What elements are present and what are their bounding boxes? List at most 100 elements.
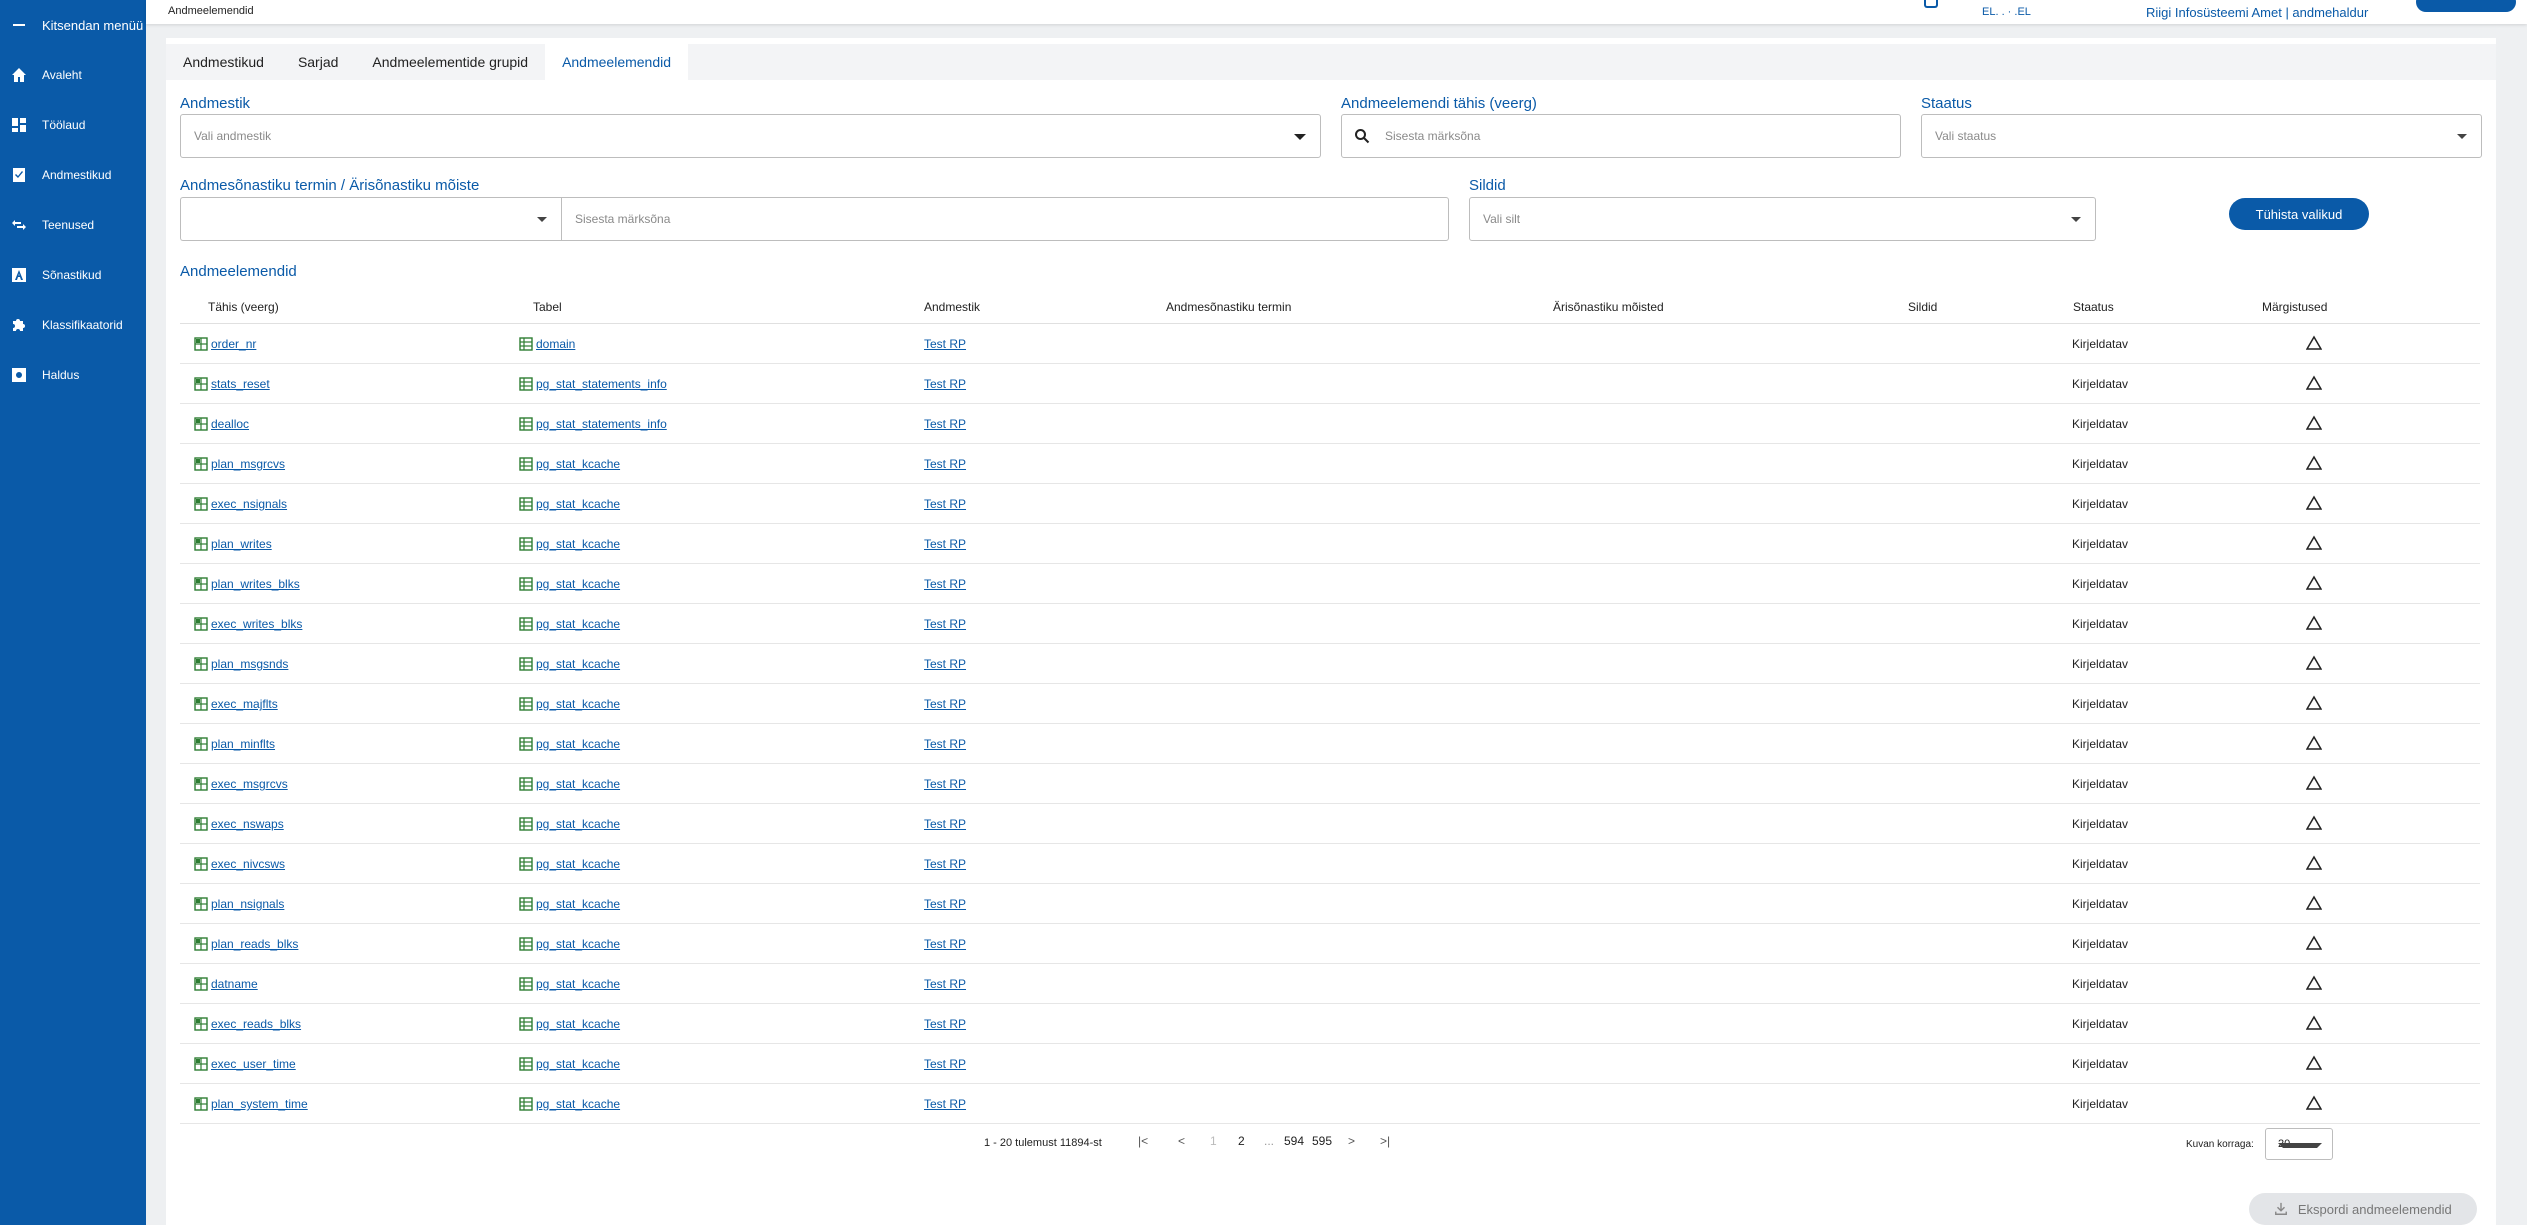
column-link[interactable]: plan_minflts xyxy=(194,737,275,751)
tab-element-groups[interactable]: Andmeelementide grupid xyxy=(355,44,545,80)
table-link[interactable]: pg_stat_kcache xyxy=(519,657,620,671)
column-link[interactable]: exec_nivcsws xyxy=(194,857,285,871)
dataset-link[interactable]: Test RP xyxy=(924,777,966,791)
column-link[interactable]: dealloc xyxy=(194,417,249,431)
table-link[interactable]: pg_stat_kcache xyxy=(519,617,620,631)
sidebar-item-dictionaries[interactable]: Sõnastikud xyxy=(0,250,146,300)
column-link[interactable]: exec_nsignals xyxy=(194,497,287,511)
table-link[interactable]: pg_stat_kcache xyxy=(519,897,620,911)
header-table[interactable]: Tabel xyxy=(533,300,562,314)
dataset-link[interactable]: Test RP xyxy=(924,937,966,951)
dataset-link[interactable]: Test RP xyxy=(924,1097,966,1111)
table-link[interactable]: pg_stat_kcache xyxy=(519,737,620,751)
table-link[interactable]: pg_stat_kcache xyxy=(519,1057,620,1071)
dataset-link[interactable]: Test RP xyxy=(924,457,966,471)
dataset-link[interactable]: Test RP xyxy=(924,857,966,871)
table-link[interactable]: pg_stat_statements_info xyxy=(519,417,667,431)
table-link[interactable]: pg_stat_kcache xyxy=(519,1097,620,1111)
column-link[interactable]: plan_reads_blks xyxy=(194,937,298,951)
dataset-link[interactable]: Test RP xyxy=(924,577,966,591)
dataset-link[interactable]: Test RP xyxy=(924,497,966,511)
sidebar-item-collapse[interactable]: Kitsendan menüü xyxy=(0,0,146,50)
page-1[interactable]: 1 xyxy=(1210,1134,1217,1148)
last-page-icon[interactable]: >| xyxy=(1380,1134,1390,1148)
table-link[interactable]: pg_stat_kcache xyxy=(519,577,620,591)
dataset-link[interactable]: Test RP xyxy=(924,417,966,431)
column-link[interactable]: exec_nswaps xyxy=(194,817,284,831)
warning-icon[interactable] xyxy=(2306,1015,2322,1031)
header-dataset[interactable]: Andmestik xyxy=(924,300,980,314)
warning-icon[interactable] xyxy=(2306,335,2322,351)
column-link[interactable]: plan_msgsnds xyxy=(194,657,288,671)
dataset-link[interactable]: Test RP xyxy=(924,737,966,751)
warning-icon[interactable] xyxy=(2306,615,2322,631)
table-link[interactable]: pg_stat_kcache xyxy=(519,1017,620,1031)
dataset-link[interactable]: Test RP xyxy=(924,1057,966,1071)
column-link[interactable]: exec_user_time xyxy=(194,1057,296,1071)
warning-icon[interactable] xyxy=(2306,1055,2322,1071)
warning-icon[interactable] xyxy=(2306,815,2322,831)
warning-icon[interactable] xyxy=(2306,775,2322,791)
warning-icon[interactable] xyxy=(2306,695,2322,711)
tags-select[interactable]: Vali silt xyxy=(1469,197,2096,241)
language-selector[interactable]: EL. . · .EL xyxy=(1982,6,2031,18)
header-status[interactable]: Staatus xyxy=(2073,300,2114,314)
table-link[interactable]: pg_stat_kcache xyxy=(519,977,620,991)
table-link[interactable]: pg_stat_kcache xyxy=(519,777,620,791)
next-page-icon[interactable]: > xyxy=(1348,1134,1355,1148)
sidebar-item-dashboard[interactable]: Töölaud xyxy=(0,100,146,150)
warning-icon[interactable] xyxy=(2306,1095,2322,1111)
dataset-link[interactable]: Test RP xyxy=(924,897,966,911)
page-595[interactable]: 595 xyxy=(1312,1134,1332,1148)
dataset-link[interactable]: Test RP xyxy=(924,657,966,671)
column-search-input[interactable]: Sisesta märksõna xyxy=(1341,114,1901,158)
per-page-select[interactable]: 20 xyxy=(2265,1128,2333,1160)
dataset-link[interactable]: Test RP xyxy=(924,617,966,631)
sidebar-item-admin[interactable]: Haldus xyxy=(0,350,146,400)
warning-icon[interactable] xyxy=(2306,455,2322,471)
dataset-link[interactable]: Test RP xyxy=(924,977,966,991)
dataset-link[interactable]: Test RP xyxy=(924,337,966,351)
table-link[interactable]: pg_stat_kcache xyxy=(519,537,620,551)
term-search-input[interactable]: Sisesta märksõna xyxy=(561,197,1449,241)
table-link[interactable]: pg_stat_kcache xyxy=(519,937,620,951)
first-page-icon[interactable]: |< xyxy=(1138,1134,1148,1148)
dataset-link[interactable]: Test RP xyxy=(924,537,966,551)
warning-icon[interactable] xyxy=(2306,535,2322,551)
dataset-link[interactable]: Test RP xyxy=(924,1017,966,1031)
user-icon[interactable] xyxy=(1924,0,1938,8)
warning-icon[interactable] xyxy=(2306,735,2322,751)
warning-icon[interactable] xyxy=(2306,415,2322,431)
tab-datasets[interactable]: Andmestikud xyxy=(166,44,281,80)
warning-icon[interactable] xyxy=(2306,855,2322,871)
column-link[interactable]: exec_majflts xyxy=(194,697,278,711)
warning-icon[interactable] xyxy=(2306,575,2322,591)
dataset-select[interactable]: Vali andmestik xyxy=(180,114,1321,158)
column-link[interactable]: plan_writes xyxy=(194,537,272,551)
warning-icon[interactable] xyxy=(2306,935,2322,951)
column-link[interactable]: plan_nsignals xyxy=(194,897,284,911)
sidebar-item-home[interactable]: Avaleht xyxy=(0,50,146,100)
export-button[interactable]: Ekspordi andmeelemendid xyxy=(2249,1193,2477,1225)
warning-icon[interactable] xyxy=(2306,655,2322,671)
prev-page-icon[interactable]: < xyxy=(1178,1134,1185,1148)
sidebar-item-classifiers[interactable]: Klassifikaatorid xyxy=(0,300,146,350)
dataset-link[interactable]: Test RP xyxy=(924,697,966,711)
table-link[interactable]: pg_stat_kcache xyxy=(519,817,620,831)
column-link[interactable]: plan_system_time xyxy=(194,1097,308,1111)
table-link[interactable]: domain xyxy=(519,337,575,351)
table-link[interactable]: pg_stat_kcache xyxy=(519,497,620,511)
warning-icon[interactable] xyxy=(2306,375,2322,391)
column-link[interactable]: order_nr xyxy=(194,337,256,351)
user-org[interactable]: Riigi Infosüsteemi Amet | andmehaldur xyxy=(2146,5,2368,20)
column-link[interactable]: stats_reset xyxy=(194,377,270,391)
table-link[interactable]: pg_stat_kcache xyxy=(519,857,620,871)
column-link[interactable]: exec_reads_blks xyxy=(194,1017,301,1031)
table-link[interactable]: pg_stat_kcache xyxy=(519,697,620,711)
table-link[interactable]: pg_stat_statements_info xyxy=(519,377,667,391)
status-select[interactable]: Vali staatus xyxy=(1921,114,2482,158)
column-link[interactable]: plan_writes_blks xyxy=(194,577,300,591)
warning-icon[interactable] xyxy=(2306,895,2322,911)
warning-icon[interactable] xyxy=(2306,495,2322,511)
column-link[interactable]: exec_writes_blks xyxy=(194,617,302,631)
